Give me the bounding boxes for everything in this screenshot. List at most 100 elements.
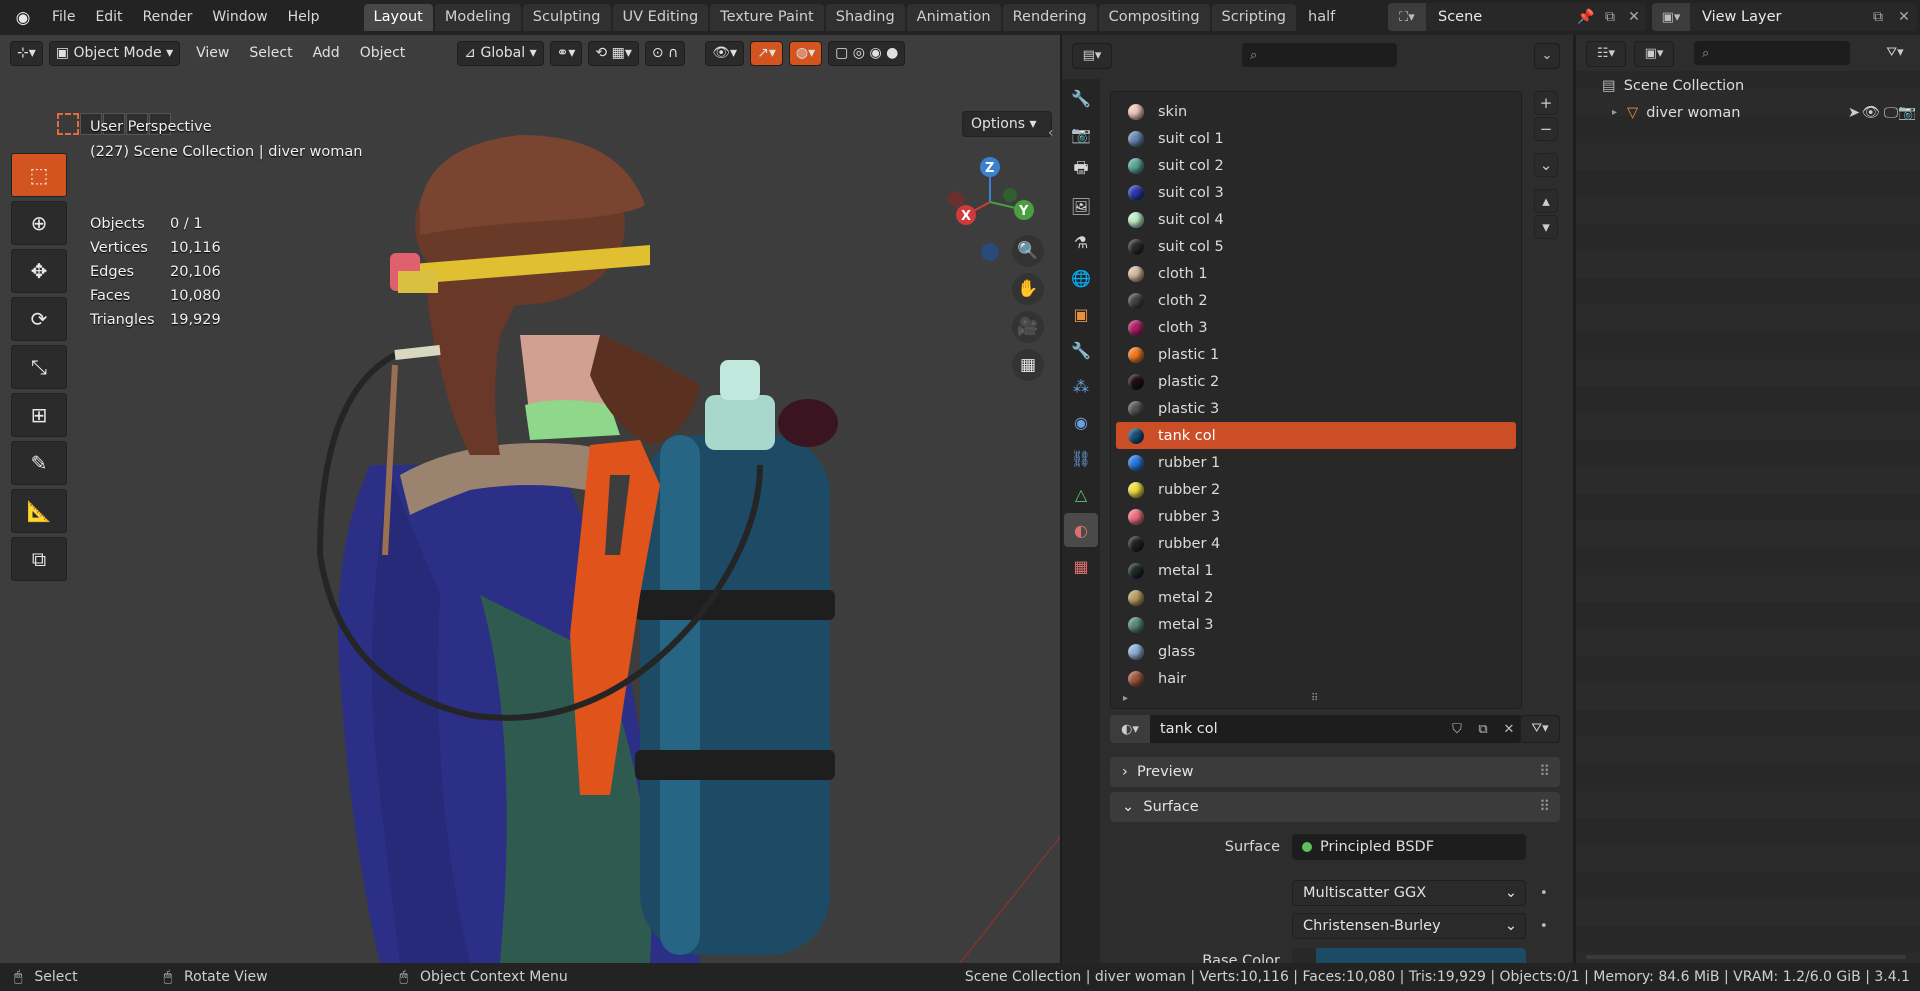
gizmo-neg-y-axis[interactable]: [1003, 188, 1017, 202]
3d-viewport[interactable]: ⊹▾ ▣ Object Mode ▾ View Select Add Objec…: [0, 35, 1060, 963]
pan-hand-icon[interactable]: ✋: [1012, 273, 1044, 305]
menu-file[interactable]: File: [42, 0, 85, 35]
zoom-icon[interactable]: 🔍: [1012, 235, 1044, 267]
measure-tool-icon[interactable]: 📐: [11, 489, 67, 533]
material-slot[interactable]: glass: [1116, 638, 1516, 665]
physics-tab-icon[interactable]: ◉: [1064, 405, 1098, 439]
visibility-select[interactable]: 👁▾: [705, 40, 745, 66]
material-name-field[interactable]: tank col: [1150, 721, 1444, 737]
material-tab-icon[interactable]: ◐: [1064, 513, 1098, 547]
outliner-scrollbar[interactable]: [1586, 955, 1906, 959]
material-slot[interactable]: cloth 2: [1116, 287, 1516, 314]
material-slot[interactable]: rubber 2: [1116, 476, 1516, 503]
outliner-editor-type-icon[interactable]: ☷▾: [1586, 41, 1626, 67]
material-slot[interactable]: plastic 1: [1116, 341, 1516, 368]
tab-texture-paint[interactable]: Texture Paint: [710, 4, 824, 31]
material-slot[interactable]: rubber 4: [1116, 530, 1516, 557]
diver-woman-model[interactable]: [0, 35, 1060, 963]
tab-scripting[interactable]: Scripting: [1211, 4, 1297, 31]
keyframe-dot-icon[interactable]: •: [1540, 919, 1548, 934]
scene-name[interactable]: Scene: [1426, 9, 1574, 25]
tab-sculpting[interactable]: Sculpting: [522, 4, 611, 31]
outliner-search-input[interactable]: ⌕: [1694, 41, 1850, 65]
outliner-row-object[interactable]: ▸ ▽ diver woman ➤ 👁 🖵 📷: [1576, 99, 1920, 126]
tab-shading[interactable]: Shading: [825, 4, 905, 31]
cursor-tool-icon[interactable]: ⊕: [11, 201, 67, 245]
outliner-row-scene-collection[interactable]: ▤ Scene Collection: [1576, 72, 1920, 99]
distribution-select[interactable]: Multiscatter GGX ⌄: [1292, 880, 1526, 906]
link-data-icon[interactable]: ⛛▾: [1520, 715, 1560, 743]
surface-panel-header[interactable]: ⌄ Surface ⠿: [1110, 792, 1560, 822]
view-layer-icon[interactable]: ▣▾: [1652, 3, 1690, 31]
shading-modes[interactable]: ▢ ◎ ◉ ●: [828, 40, 906, 66]
expand-arrow-icon[interactable]: ▸: [1612, 107, 1617, 118]
tab-uv-editing[interactable]: UV Editing: [612, 4, 709, 31]
material-slot[interactable]: plastic 3: [1116, 395, 1516, 422]
scene-tab-icon[interactable]: ⚗: [1064, 225, 1098, 259]
select-box-tool-icon[interactable]: ⬚: [11, 153, 67, 197]
data-tab-icon[interactable]: △: [1064, 477, 1098, 511]
mode-select[interactable]: ▣ Object Mode ▾: [48, 40, 181, 66]
tab-layout[interactable]: Layout: [363, 4, 433, 31]
menu-edit[interactable]: Edit: [85, 0, 132, 35]
blender-logo-icon[interactable]: ◉: [10, 5, 36, 31]
material-slot[interactable]: suit col 3: [1116, 179, 1516, 206]
remove-slot-button[interactable]: −: [1534, 117, 1558, 141]
annotate-tool-icon[interactable]: ✎: [11, 441, 67, 485]
new-scene-icon[interactable]: ⧉: [1598, 9, 1622, 25]
material-slot[interactable]: metal 2: [1116, 584, 1516, 611]
unlink-material-icon[interactable]: ✕: [1496, 722, 1522, 737]
drag-handle-icon[interactable]: ⠿: [1539, 764, 1550, 780]
gizmo-toggle[interactable]: ↗▾: [750, 40, 783, 66]
pivot-select[interactable]: ⚭▾: [549, 40, 583, 66]
material-slot-list[interactable]: skin suit col 1 suit col 2 suit col 3 suit c…: [1110, 91, 1522, 709]
filter-icon[interactable]: ⛛▾: [1876, 41, 1914, 67]
world-tab-icon[interactable]: 🌐: [1064, 261, 1098, 295]
menu-help[interactable]: Help: [278, 0, 330, 35]
camera-icon[interactable]: 🎥: [1012, 311, 1044, 343]
constraints-tab-icon[interactable]: ⛓: [1064, 441, 1098, 475]
delete-scene-icon[interactable]: ✕: [1622, 9, 1646, 25]
move-slot-up-button[interactable]: ▴: [1534, 189, 1558, 213]
menu-view[interactable]: View: [186, 45, 239, 61]
view-layer-tab-icon[interactable]: 🖼: [1064, 189, 1098, 223]
scene-selector[interactable]: ⛶▾ Scene 📌 ⧉ ✕: [1388, 3, 1646, 31]
properties-search-input[interactable]: ⌕: [1242, 43, 1397, 67]
material-slot[interactable]: suit col 5: [1116, 233, 1516, 260]
material-slot[interactable]: skin: [1116, 98, 1516, 125]
selectable-cursor-icon[interactable]: ➤: [1848, 105, 1860, 121]
list-resize-handle-icon[interactable]: ⠿: [1311, 693, 1318, 704]
preview-panel-header[interactable]: › Preview ⠿: [1110, 757, 1560, 787]
material-slot[interactable]: tank col: [1116, 422, 1516, 449]
render-camera-icon[interactable]: 📷: [1898, 104, 1916, 121]
add-slot-button[interactable]: +: [1534, 91, 1558, 115]
gizmo-neg-x-axis[interactable]: [948, 191, 964, 207]
proportional-edit[interactable]: ⊙ ∩: [644, 40, 686, 66]
material-slot[interactable]: suit col 4: [1116, 206, 1516, 233]
menu-object[interactable]: Object: [350, 45, 416, 61]
tab-rendering[interactable]: Rendering: [1002, 4, 1097, 31]
material-slot[interactable]: suit col 1: [1116, 125, 1516, 152]
display-mode-icon[interactable]: ▣▾: [1634, 41, 1674, 67]
snap-select[interactable]: ⟲ ▦▾: [588, 40, 639, 66]
select-new-icon[interactable]: [57, 113, 79, 135]
view-layer-name[interactable]: View Layer: [1690, 9, 1865, 25]
drag-handle-icon[interactable]: ⠿: [1539, 799, 1550, 815]
material-slot[interactable]: suit col 2: [1116, 152, 1516, 179]
material-slot[interactable]: hair: [1116, 665, 1516, 692]
keyframe-dot-icon[interactable]: •: [1540, 886, 1548, 901]
view-layer-selector[interactable]: ▣▾ View Layer ⧉ ✕: [1652, 3, 1917, 31]
render-tab-icon[interactable]: 📷: [1064, 117, 1098, 151]
object-tab-icon[interactable]: ▣: [1064, 297, 1098, 331]
add-cube-tool-icon[interactable]: ⧉: [11, 537, 67, 581]
tab-half[interactable]: half: [1298, 4, 1348, 31]
material-slot[interactable]: rubber 1: [1116, 449, 1516, 476]
material-slot[interactable]: metal 1: [1116, 557, 1516, 584]
tool-tab-icon[interactable]: 🔧: [1064, 81, 1098, 115]
monitor-icon[interactable]: 🖵: [1884, 105, 1898, 121]
material-browse-icon[interactable]: ◐▾: [1110, 715, 1150, 743]
editor-type-button[interactable]: ⊹▾: [10, 40, 43, 66]
rotate-tool-icon[interactable]: ⟳: [11, 297, 67, 341]
surface-shader-field[interactable]: Principled BSDF: [1292, 834, 1526, 860]
menu-window[interactable]: Window: [202, 0, 277, 35]
